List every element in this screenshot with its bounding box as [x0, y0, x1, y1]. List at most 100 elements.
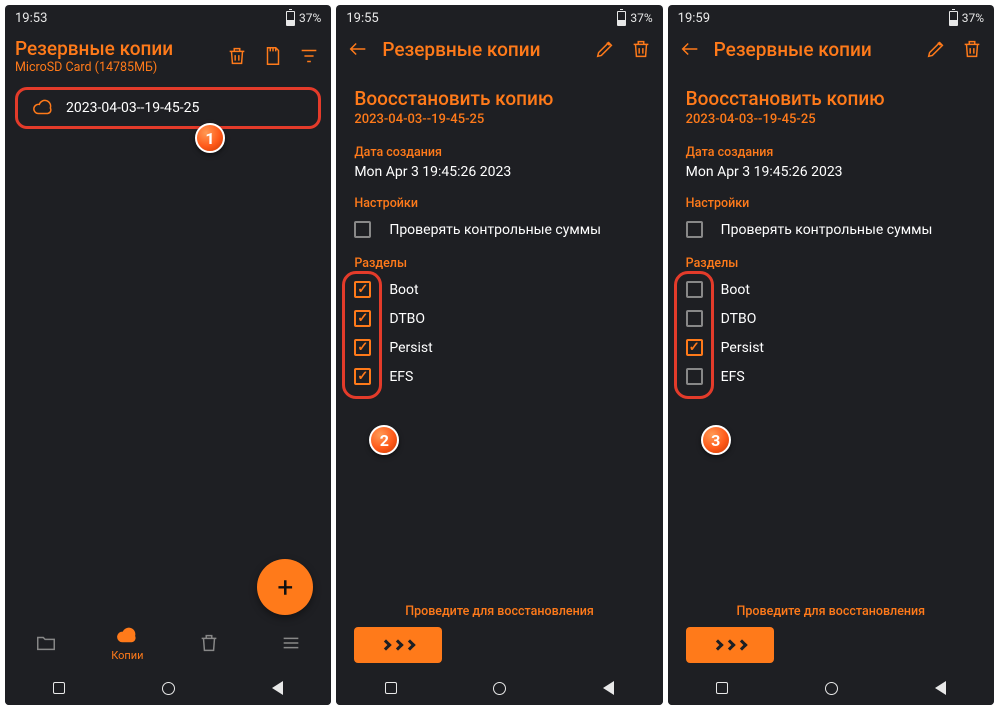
delete-button[interactable] [629, 37, 653, 61]
status-bar: 19:53 37% [5, 5, 331, 31]
partitions-list: Boot DTBO Persist EFS [354, 275, 644, 391]
chevron-right-icon [724, 639, 735, 650]
battery-icon [617, 11, 626, 26]
system-nav [5, 671, 331, 705]
settings-label: Настройки [354, 196, 644, 211]
swipe-hint: Проведите для восстановления [336, 604, 662, 619]
partition-name: Persist [389, 340, 432, 356]
cloud-icon [32, 100, 54, 116]
partition-checkbox[interactable] [354, 281, 371, 298]
backup-list-item[interactable]: 2023-04-03--19-45-25 [15, 87, 321, 129]
partition-row-persist[interactable]: Persist [354, 333, 644, 362]
settings-label: Настройки [686, 196, 976, 211]
status-right: 37% [617, 11, 652, 26]
checksum-checkbox[interactable] [686, 221, 703, 238]
swipe-restore-button[interactable] [686, 627, 774, 663]
recent-apps-button[interactable] [716, 682, 728, 694]
sdcard-button[interactable] [261, 44, 285, 68]
app-header: Резервные копии [668, 31, 994, 67]
partitions-list: Boot DTBO Persist EFS [686, 275, 976, 391]
swipe-restore-button[interactable] [354, 627, 442, 663]
partitions-label: Разделы [686, 256, 976, 271]
chevron-right-icon [736, 639, 747, 650]
checksum-label: Проверять контрольные суммы [389, 222, 601, 238]
partition-name: EFS [389, 369, 413, 385]
system-nav [668, 671, 994, 705]
storage-subtitle: MicroSD Card (14785МБ) [15, 60, 213, 75]
partition-checkbox[interactable] [354, 368, 371, 385]
partition-checkbox[interactable] [354, 339, 371, 356]
edit-button[interactable] [924, 37, 948, 61]
partition-row-boot[interactable]: Boot [686, 275, 976, 304]
status-bar: 19:55 37% [336, 5, 662, 31]
nav-copies[interactable]: Копии [97, 625, 157, 662]
partition-name: Boot [721, 282, 750, 298]
status-time: 19:53 [15, 11, 47, 26]
nav-folder[interactable] [16, 632, 76, 654]
status-time: 19:55 [346, 11, 378, 26]
partition-name: EFS [721, 369, 745, 385]
app-title: Резервные копии [382, 38, 580, 61]
recent-apps-button[interactable] [385, 682, 397, 694]
partition-checkbox[interactable] [686, 281, 703, 298]
partitions-label: Разделы [354, 256, 644, 271]
plus-icon: + [277, 571, 293, 604]
app-header: Резервные копии MicroSD Card (14785МБ) [5, 31, 331, 81]
chevron-right-icon [381, 639, 392, 650]
battery-pct: 37% [299, 11, 321, 25]
restore-title: Воосстановить копию [354, 87, 644, 110]
filter-button[interactable] [297, 44, 321, 68]
date-label: Дата создания [354, 145, 644, 160]
partition-row-boot[interactable]: Boot [354, 275, 644, 304]
back-arrow-button[interactable] [678, 37, 702, 61]
battery-pct: 37% [962, 11, 984, 25]
app-header: Резервные копии [336, 31, 662, 67]
recent-apps-button[interactable] [53, 682, 65, 694]
delete-button[interactable] [960, 37, 984, 61]
restore-content: Воосстановить копию 2023-04-03--19-45-25… [668, 67, 994, 604]
restore-title: Воосстановить копию [686, 87, 976, 110]
nav-trash[interactable] [179, 632, 239, 654]
checksum-row[interactable]: Проверять контрольные суммы [354, 215, 644, 244]
date-value: Mon Apr 3 19:45:26 2023 [354, 164, 644, 180]
phone-screen-3: 19:59 37% Резервные копии Воосстановить … [668, 5, 994, 705]
back-arrow-button[interactable] [346, 37, 370, 61]
annotation-1: 1 [195, 123, 225, 153]
battery-pct: 37% [630, 11, 652, 25]
system-nav [336, 671, 662, 705]
fab-add-button[interactable]: + [257, 559, 313, 615]
partition-name: Boot [389, 282, 418, 298]
nav-copies-label: Копии [111, 649, 143, 662]
nav-menu[interactable] [261, 632, 321, 654]
partition-row-dtbo[interactable]: DTBO [354, 304, 644, 333]
home-button[interactable] [162, 682, 175, 695]
partition-row-efs[interactable]: EFS [354, 362, 644, 391]
partition-checkbox[interactable] [354, 310, 371, 327]
back-button[interactable] [272, 681, 283, 695]
back-button[interactable] [603, 681, 614, 695]
partition-row-persist[interactable]: Persist [686, 333, 976, 362]
swipe-hint: Проведите для восстановления [668, 604, 994, 619]
status-bar: 19:59 37% [668, 5, 994, 31]
partition-checkbox[interactable] [686, 368, 703, 385]
partition-checkbox[interactable] [686, 310, 703, 327]
checksum-label: Проверять контрольные суммы [721, 222, 933, 238]
restore-content: Воосстановить копию 2023-04-03--19-45-25… [336, 67, 662, 604]
partition-name: DTBO [389, 311, 425, 327]
back-button[interactable] [935, 681, 946, 695]
checksum-row[interactable]: Проверять контрольные суммы [686, 215, 976, 244]
chevron-right-icon [712, 639, 723, 650]
checksum-checkbox[interactable] [354, 221, 371, 238]
status-time: 19:59 [678, 11, 710, 26]
bottom-nav: Копии [5, 611, 331, 671]
partition-name: Persist [721, 340, 764, 356]
delete-button[interactable] [225, 44, 249, 68]
battery-icon [949, 11, 958, 26]
home-button[interactable] [493, 682, 506, 695]
partition-row-efs[interactable]: EFS [686, 362, 976, 391]
edit-button[interactable] [593, 37, 617, 61]
partition-checkbox[interactable] [686, 339, 703, 356]
app-title: Резервные копии [714, 38, 912, 61]
home-button[interactable] [825, 682, 838, 695]
partition-row-dtbo[interactable]: DTBO [686, 304, 976, 333]
